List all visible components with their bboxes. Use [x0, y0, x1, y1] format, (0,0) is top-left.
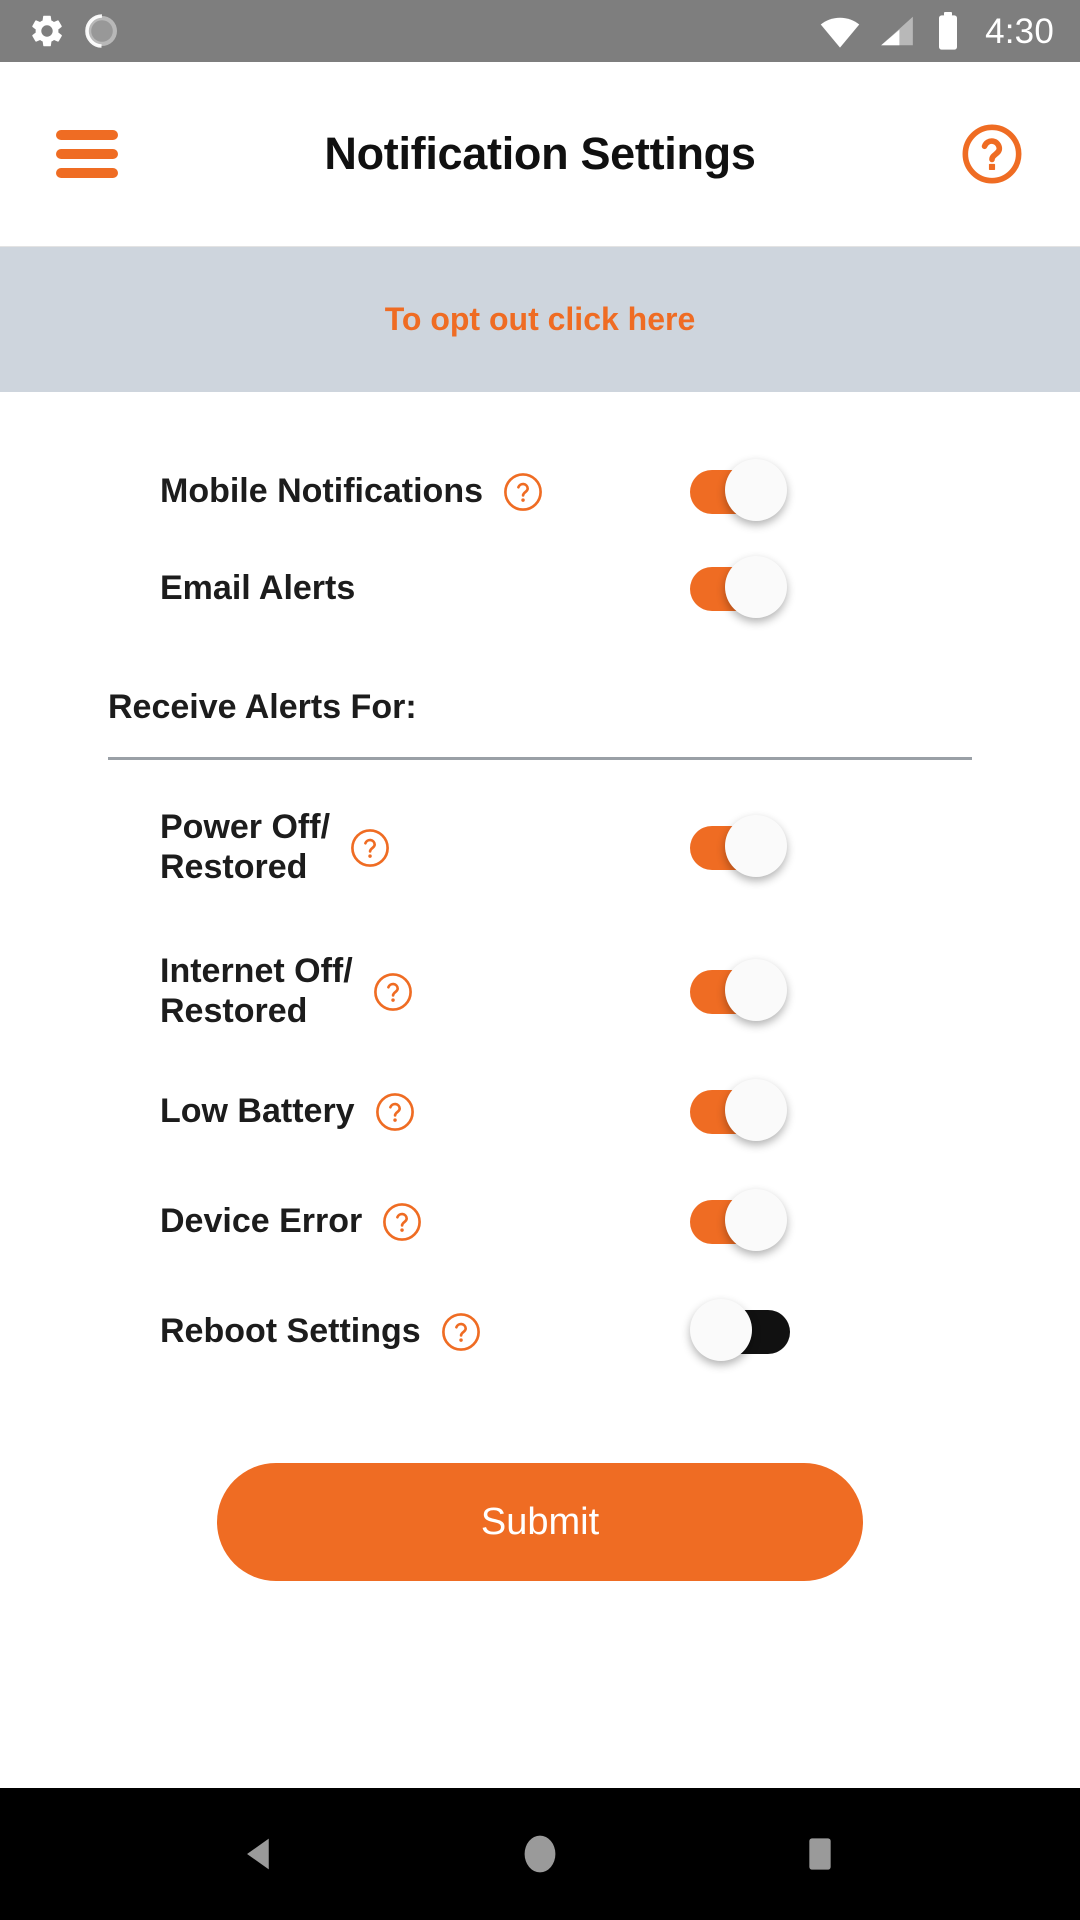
- android-navigation-bar: [0, 1788, 1080, 1920]
- toggle-power-off-restored[interactable]: [690, 815, 790, 881]
- row-label-group: Device Error: [160, 1200, 424, 1244]
- app-bar: Notification Settings: [0, 62, 1080, 247]
- recents-square-icon[interactable]: [765, 1799, 875, 1909]
- help-circle-icon[interactable]: [348, 826, 392, 870]
- setting-row-device-error: Device Error: [0, 1176, 1080, 1268]
- toggle-internet-off-restored[interactable]: [690, 959, 790, 1025]
- toggle-knob: [725, 959, 787, 1021]
- toggle-email-alerts[interactable]: [690, 556, 790, 622]
- setting-label: Internet Off/ Restored: [160, 952, 353, 1030]
- row-label-group: Mobile Notifications: [160, 470, 545, 514]
- setting-row-internet-off-restored: Internet Off/ Restored: [0, 936, 1080, 1048]
- toggle-knob: [725, 1189, 787, 1251]
- row-label-group: Internet Off/ Restored: [160, 952, 415, 1032]
- row-label-group: Low Battery: [160, 1090, 417, 1134]
- phone-screen: 4:30 Notification Settings To opt out cl…: [0, 0, 1080, 1920]
- row-label-group: Reboot Settings: [160, 1310, 483, 1354]
- toggle-reboot-settings[interactable]: [690, 1299, 790, 1365]
- status-bar-left-icons: [28, 12, 120, 50]
- toggle-knob: [725, 556, 787, 618]
- setting-label: Email Alerts: [160, 569, 356, 608]
- help-circle-icon[interactable]: [960, 122, 1024, 186]
- help-circle-icon[interactable]: [371, 970, 415, 1014]
- help-circle-icon[interactable]: [373, 1090, 417, 1134]
- help-circle-icon[interactable]: [501, 470, 545, 514]
- back-triangle-icon[interactable]: [205, 1799, 315, 1909]
- toggle-knob: [725, 1079, 787, 1141]
- setting-row-reboot-settings: Reboot Settings: [0, 1286, 1080, 1378]
- status-bar-right-icons: 4:30: [819, 10, 1054, 52]
- submit-button-container: Submit: [0, 1463, 1080, 1581]
- toggle-knob: [725, 815, 787, 877]
- home-circle-icon[interactable]: [485, 1799, 595, 1909]
- setting-row-mobile-notifications: Mobile Notifications: [0, 446, 1080, 538]
- page-title: Notification Settings: [324, 128, 756, 179]
- toggle-knob: [725, 459, 787, 521]
- submit-button[interactable]: Submit: [217, 1463, 863, 1581]
- toggle-knob: [690, 1299, 752, 1361]
- setting-row-low-battery: Low Battery: [0, 1066, 1080, 1158]
- wifi-icon: [819, 10, 861, 52]
- section-heading-receive-alerts: Receive Alerts For:: [108, 688, 417, 726]
- toggle-device-error[interactable]: [690, 1189, 790, 1255]
- row-label-group: Power Off/ Restored: [160, 808, 392, 888]
- setting-label: Reboot Settings: [160, 1312, 421, 1351]
- setting-row-email-alerts: Email Alerts: [0, 543, 1080, 635]
- help-circle-icon[interactable]: [380, 1200, 424, 1244]
- opt-out-banner[interactable]: To opt out click here: [0, 247, 1080, 392]
- toggle-low-battery[interactable]: [690, 1079, 790, 1145]
- opt-out-link[interactable]: To opt out click here: [385, 301, 696, 338]
- setting-label: Power Off/ Restored: [160, 808, 331, 886]
- row-label-group: Email Alerts: [160, 569, 355, 609]
- settings-content: Mobile Notifications Email Alerts Receiv…: [0, 392, 1080, 1788]
- setting-label: Low Battery: [160, 1092, 355, 1131]
- section-divider: [108, 757, 972, 760]
- status-bar: 4:30: [0, 0, 1080, 62]
- cellular-signal-icon: [878, 12, 916, 50]
- setting-label: Mobile Notifications: [160, 472, 483, 511]
- help-circle-icon[interactable]: [439, 1310, 483, 1354]
- battery-icon: [933, 11, 963, 51]
- gear-icon: [28, 12, 66, 50]
- status-bar-clock: 4:30: [985, 11, 1054, 51]
- sync-progress-icon: [84, 13, 120, 49]
- setting-row-power-off-restored: Power Off/ Restored: [0, 792, 1080, 904]
- toggle-mobile-notifications[interactable]: [690, 459, 790, 525]
- setting-label: Device Error: [160, 1202, 363, 1241]
